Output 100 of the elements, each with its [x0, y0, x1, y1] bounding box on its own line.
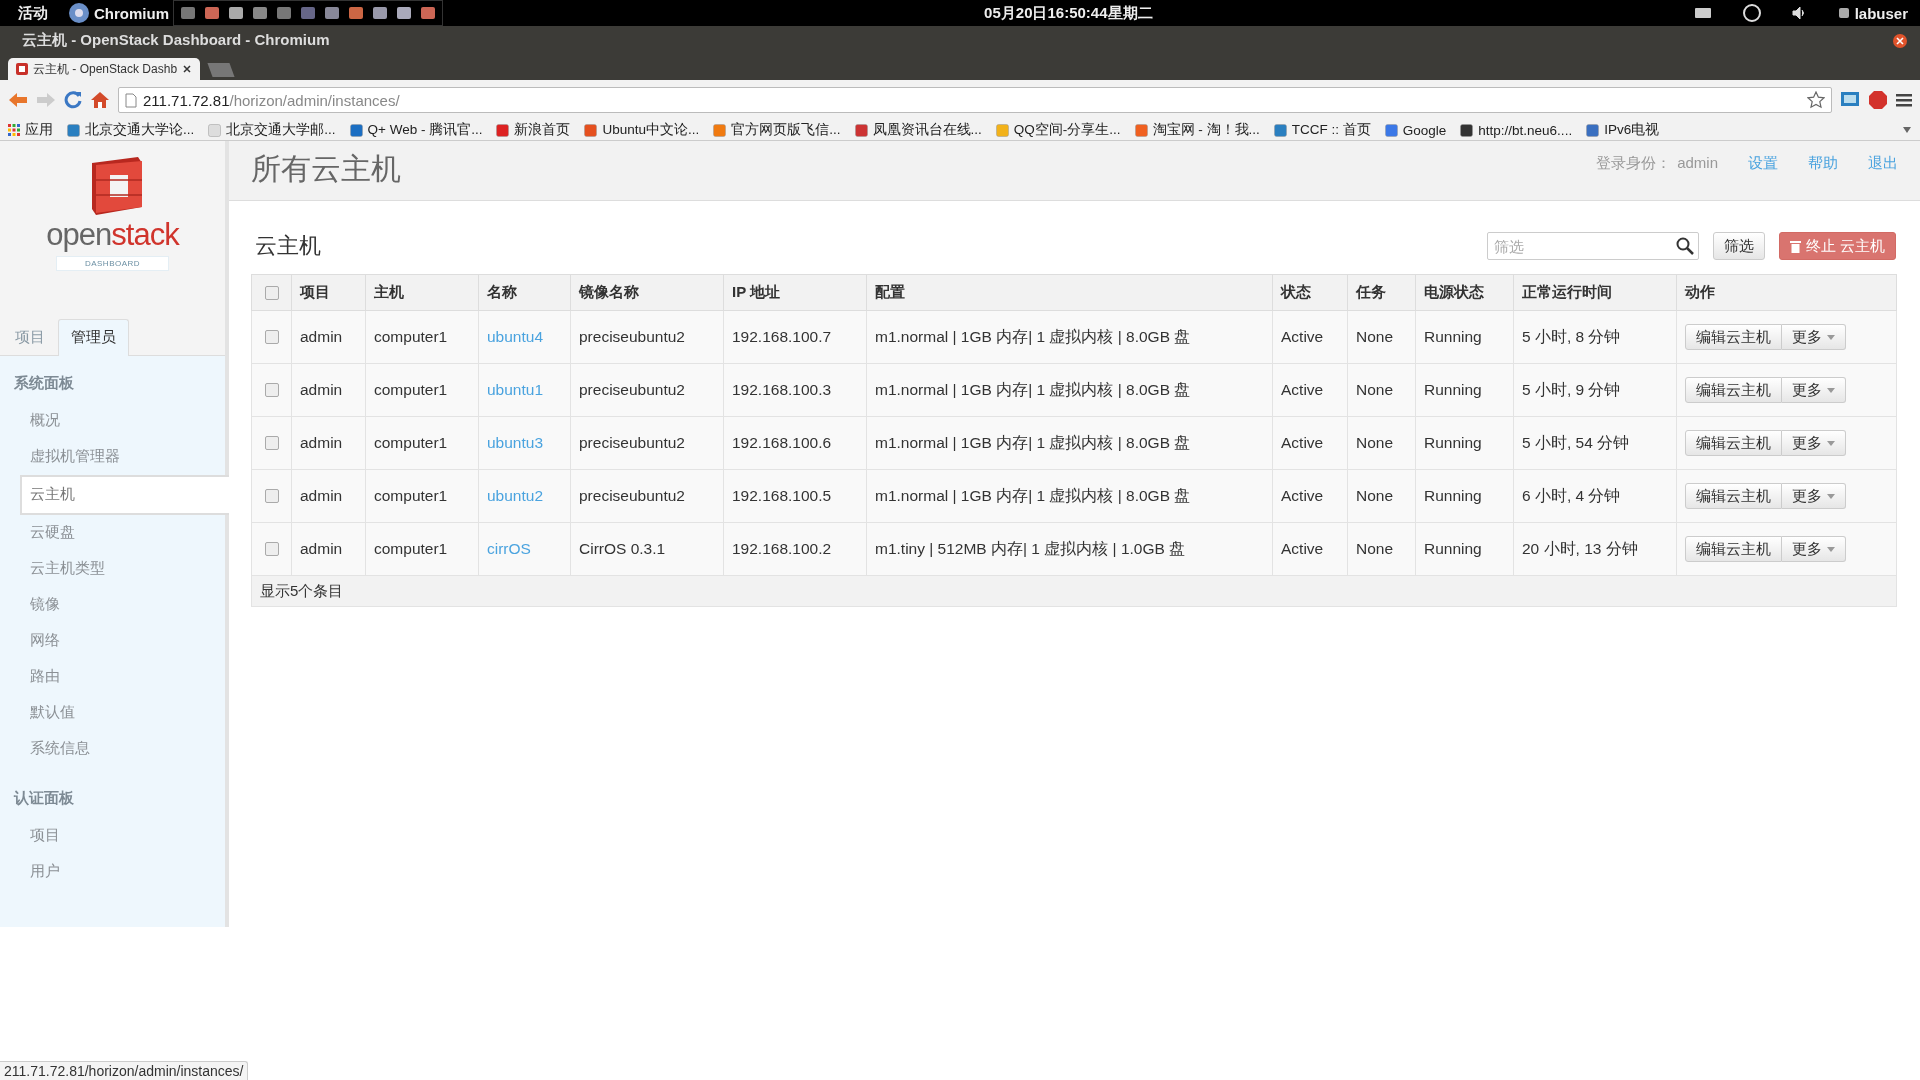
edit-instance-button[interactable]: 编辑云主机 — [1685, 324, 1782, 350]
more-button[interactable]: 更多 — [1782, 536, 1846, 562]
table-cell: admin — [291, 363, 366, 417]
bookmark-link[interactable]: Google — [1402, 122, 1447, 138]
section-heading: 系统面板 — [13, 373, 75, 393]
bookmark-link[interactable]: 北京交通大学邮... — [226, 121, 336, 139]
bookmark-link[interactable]: 北京交通大学论... — [85, 121, 195, 139]
bookmark-link[interactable]: Ubuntu中文论... — [602, 121, 700, 139]
window-thumbnail-icon[interactable] — [396, 5, 412, 21]
home-icon[interactable] — [90, 91, 110, 109]
new-tab-button[interactable] — [207, 63, 235, 77]
checkbox[interactable] — [264, 383, 279, 397]
site-icon — [854, 123, 868, 137]
more-button[interactable]: 更多 — [1782, 430, 1846, 456]
window-thumbnail-icon[interactable] — [420, 5, 436, 21]
site-icon — [67, 123, 80, 137]
edit-instance-button[interactable]: 编辑云主机 — [1685, 430, 1782, 456]
bookmark-link[interactable]: 淘宝网 - 淘！我... — [1152, 121, 1260, 139]
bookmark-link[interactable]: 凤凰资讯台在线... — [872, 121, 982, 139]
checkbox[interactable] — [264, 542, 279, 556]
column-header: 镜像名称 — [570, 274, 724, 311]
checkbox[interactable] — [264, 489, 279, 503]
table-cell: m1.tiny | 512MB 内存| 1 虚拟内核 | 1.0GB 盘 — [866, 522, 1273, 576]
caret-icon — [1827, 334, 1835, 340]
more-button[interactable]: 更多 — [1782, 377, 1846, 403]
site-icon — [584, 123, 598, 137]
window-thumbnail-icon[interactable] — [300, 5, 316, 21]
table-cell: computer1 — [365, 416, 479, 470]
back-icon[interactable] — [8, 91, 28, 109]
site-icon — [1460, 123, 1474, 137]
caret-icon — [1827, 387, 1835, 393]
table-cell: preciseubuntu2 — [570, 310, 724, 364]
bookmark-link[interactable]: 新浪首页 — [514, 121, 571, 139]
table-cell: computer1 — [365, 363, 479, 417]
table-cell: 5 小时, 9 分钟 — [1513, 363, 1677, 417]
keyboard-icon[interactable] — [1693, 6, 1712, 20]
checkbox[interactable] — [264, 285, 279, 300]
table-cell: admin — [291, 416, 366, 470]
sidebar-item[interactable]: 云主机 — [20, 475, 229, 515]
user-name: admin — [1677, 154, 1718, 173]
window-thumbnail-icon[interactable] — [204, 5, 220, 21]
edit-instance-button[interactable]: 编辑云主机 — [1685, 483, 1782, 509]
reload-icon[interactable] — [64, 91, 82, 109]
close-icon[interactable] — [182, 64, 193, 74]
network-icon[interactable] — [1741, 3, 1762, 23]
table-cell: Active — [1272, 310, 1348, 364]
window-thumbnail-icon[interactable] — [228, 5, 244, 21]
cast-icon[interactable] — [1840, 91, 1860, 109]
bookmark-link[interactable]: 官方网页版飞信... — [731, 121, 841, 139]
checkbox[interactable] — [264, 436, 279, 450]
window-thumbnail-icon[interactable] — [180, 5, 196, 21]
bookmark-link[interactable]: Q+ Web - 腾讯官... — [367, 121, 483, 139]
address-bar[interactable]: 211.71.72.81/horizon/admin/instances/ — [118, 87, 1832, 113]
table-cell: 192.168.100.3 — [723, 363, 867, 417]
edit-instance-button[interactable]: 编辑云主机 — [1685, 377, 1782, 403]
activities-button[interactable]: 活动 — [18, 3, 48, 23]
table-cell: Running — [1415, 310, 1514, 364]
bookmark-link[interactable]: QQ空间-分享生... — [1013, 121, 1121, 139]
chevron-down-icon[interactable] — [1902, 126, 1912, 134]
bookmark-link[interactable]: IPv6电视 — [1604, 121, 1660, 139]
window-thumbnail-icon[interactable] — [252, 5, 268, 21]
table-cell: 20 小时, 13 分钟 — [1513, 522, 1677, 576]
table-cell: admin — [291, 469, 366, 523]
filter-field[interactable]: 筛选 — [1486, 232, 1699, 260]
caret-icon — [1827, 440, 1835, 446]
table-cell: Active — [1272, 416, 1348, 470]
column-header: 任务 — [1347, 274, 1416, 311]
close-icon[interactable] — [1892, 32, 1908, 49]
url-path: /horizon/admin/instances/ — [229, 91, 400, 109]
bookmark-link[interactable]: TCCF :: 首页 — [1291, 121, 1371, 139]
column-header: 主机 — [365, 274, 479, 311]
window-thumbnail-icon[interactable] — [324, 5, 340, 21]
table-cell: m1.normal | 1GB 内存| 1 虚拟内核 | 8.0GB 盘 — [866, 469, 1273, 523]
table-cell: preciseubuntu2 — [570, 469, 724, 523]
window-thumbnail-icon[interactable] — [348, 5, 364, 21]
user-label: 登录身份： — [1596, 154, 1672, 173]
bookmark-link[interactable]: http://bt.neu6.... — [1478, 122, 1573, 138]
sidebar-tab[interactable]: 管理员 — [58, 319, 129, 356]
user-menu[interactable]: labuser — [1854, 4, 1908, 22]
filter-button[interactable]: 筛选 — [1712, 232, 1765, 260]
column-header: 动作 — [1676, 274, 1897, 311]
more-button[interactable]: 更多 — [1782, 483, 1846, 509]
table-cell: Running — [1415, 363, 1514, 417]
caret-icon — [1827, 493, 1835, 499]
table-cell: preciseubuntu2 — [570, 416, 724, 470]
table-cell: None — [1347, 469, 1416, 523]
site-icon — [208, 123, 222, 137]
app-name[interactable]: Chromium — [94, 4, 169, 22]
site-icon — [349, 123, 363, 137]
search-icon[interactable] — [1675, 237, 1694, 255]
browser-tab[interactable]: 云主机 - OpenStack Dashb — [8, 58, 201, 80]
bookmark-link[interactable]: 应用 — [25, 121, 53, 139]
checkbox[interactable] — [264, 330, 279, 344]
adblock-icon[interactable] — [1868, 90, 1888, 110]
menu-icon[interactable] — [1896, 93, 1912, 107]
star-icon[interactable] — [1807, 91, 1825, 109]
window-thumbnail-icon[interactable] — [276, 5, 292, 21]
more-button[interactable]: 更多 — [1782, 324, 1846, 350]
window-thumbnail-icon[interactable] — [372, 5, 388, 21]
edit-instance-button[interactable]: 编辑云主机 — [1685, 536, 1782, 562]
